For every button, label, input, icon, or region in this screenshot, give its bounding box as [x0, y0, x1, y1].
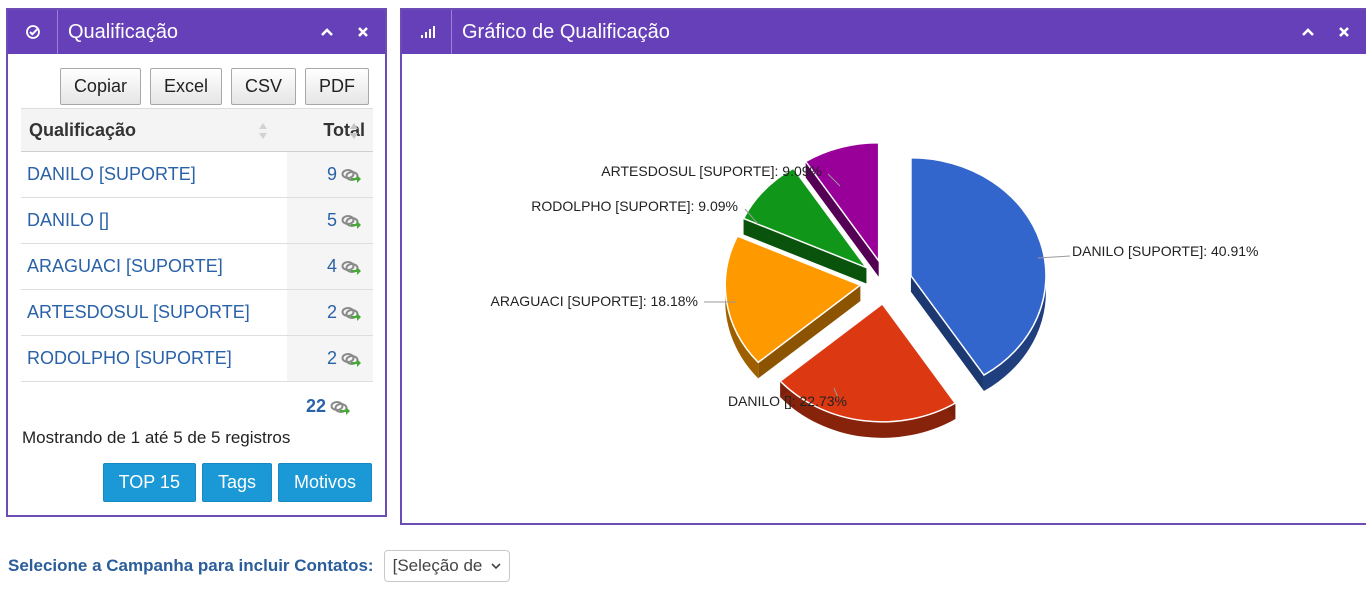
close-icon	[1339, 27, 1349, 37]
pie-slice-label: DANILO [SUPORTE]: 40.91%	[1072, 243, 1258, 259]
check-circle-icon	[8, 10, 58, 54]
campaign-select[interactable]: [Seleção de	[383, 550, 510, 582]
records-info: Mostrando de 1 até 5 de 5 registros	[22, 428, 291, 447]
row-name-cell: RODOLPHO [SUPORTE]	[21, 335, 287, 382]
qualificacao-table: Qualificação Total DANILO [SUPORTE] 9 DANI…	[21, 108, 373, 382]
tags-button[interactable]: Tags	[201, 463, 272, 502]
link-arrow-icon[interactable]	[341, 351, 361, 368]
row-name-cell: ARTESDOSUL [SUPORTE]	[21, 289, 287, 336]
panel-header: Qualificação	[8, 10, 385, 54]
row-name-cell: DANILO []	[21, 197, 287, 244]
panel-title: Qualificação	[68, 20, 179, 43]
panel-header: Gráfico de Qualificação	[402, 10, 1366, 54]
pie-chart: DANILO [SUPORTE]: 40.91% DANILO []: 22.73…	[491, 142, 1258, 438]
csv-button[interactable]: CSV	[230, 68, 296, 105]
campaign-label: Selecione a Campanha para incluir Contat…	[8, 556, 374, 575]
row-name-link[interactable]: RODOLPHO [SUPORTE]	[27, 348, 232, 368]
copy-button[interactable]: Copiar	[59, 68, 141, 105]
column-header-total[interactable]: Total	[287, 108, 373, 152]
chevron-up-icon	[1302, 28, 1314, 36]
table-row: ARTESDOSUL [SUPORTE] 2	[21, 289, 373, 336]
table-row: DANILO [SUPORTE] 9	[21, 151, 373, 198]
excel-button[interactable]: Excel	[149, 68, 222, 105]
pie-slice-label: ARAGUACI [SUPORTE]: 18.18%	[491, 293, 698, 309]
row-total-cell: 2	[287, 289, 373, 336]
row-total-value: 4	[326, 256, 337, 276]
row-total-cell: 9	[287, 151, 373, 198]
collapse-button[interactable]	[309, 10, 345, 54]
close-button[interactable]	[1326, 10, 1362, 54]
qualificacao-panel: Qualificação Copiar Excel CSV PDF Qualif…	[6, 8, 387, 517]
table-row: ARAGUACI [SUPORTE] 4	[21, 243, 373, 290]
sum-total: 22	[306, 396, 351, 417]
collapse-button[interactable]	[1290, 10, 1326, 54]
bar-signal-icon	[402, 10, 452, 54]
chevron-up-icon	[321, 28, 333, 36]
close-button[interactable]	[345, 10, 381, 54]
link-arrow-icon[interactable]	[341, 305, 361, 322]
export-toolbar: Copiar Excel CSV PDF	[59, 68, 369, 105]
row-total-value: 5	[326, 210, 337, 230]
sort-icon	[259, 123, 267, 139]
pie-slice-label: DANILO []: 22.73%	[728, 393, 847, 409]
top15-button[interactable]: TOP 15	[102, 463, 196, 502]
pie-slice-label: ARTESDOSUL [SUPORTE]: 9.09%	[601, 163, 822, 179]
column-header-qualificacao[interactable]: Qualificação	[21, 108, 287, 152]
row-total-value: 2	[326, 302, 337, 322]
row-total-cell: 2	[287, 335, 373, 382]
row-name-link[interactable]: ARTESDOSUL [SUPORTE]	[27, 302, 250, 322]
pdf-button[interactable]: PDF	[305, 68, 369, 105]
motivos-button[interactable]: Motivos	[277, 463, 372, 502]
row-name-link[interactable]: DANILO [SUPORTE]	[27, 164, 196, 184]
link-arrow-icon[interactable]	[341, 213, 361, 230]
table-row: RODOLPHO [SUPORTE] 2	[21, 335, 373, 382]
row-name-link[interactable]: ARAGUACI [SUPORTE]	[27, 256, 223, 276]
row-name-link[interactable]: DANILO []	[27, 210, 109, 230]
panel-title: Gráfico de Qualificação	[462, 20, 670, 43]
table-row: DANILO [] 5	[21, 197, 373, 244]
row-name-cell: ARAGUACI [SUPORTE]	[21, 243, 287, 290]
campaign-select-value: [Seleção de	[392, 556, 483, 575]
link-arrow-icon[interactable]	[341, 167, 361, 184]
grafico-panel: Gráfico de Qualificação DANILO [SUPORTE]…	[400, 8, 1366, 525]
sum-total-value: 22	[306, 396, 327, 416]
close-icon	[358, 27, 368, 37]
row-total-value: 2	[326, 348, 337, 368]
link-arrow-icon[interactable]	[330, 399, 351, 415]
row-total-value: 9	[326, 164, 337, 184]
chevron-down-icon	[491, 563, 501, 570]
pie-slice-label: RODOLPHO [SUPORTE]: 9.09%	[531, 198, 738, 214]
column-label: Qualificação	[29, 119, 137, 140]
link-arrow-icon[interactable]	[341, 259, 361, 276]
row-total-cell: 4	[287, 243, 373, 290]
action-toolbar: TOP 15 Tags Motivos	[102, 463, 372, 502]
sort-icon	[350, 123, 358, 139]
row-total-cell: 5	[287, 197, 373, 244]
campaign-selector: Selecione a Campanha para incluir Contat…	[8, 550, 510, 582]
row-name-cell: DANILO [SUPORTE]	[21, 151, 287, 198]
